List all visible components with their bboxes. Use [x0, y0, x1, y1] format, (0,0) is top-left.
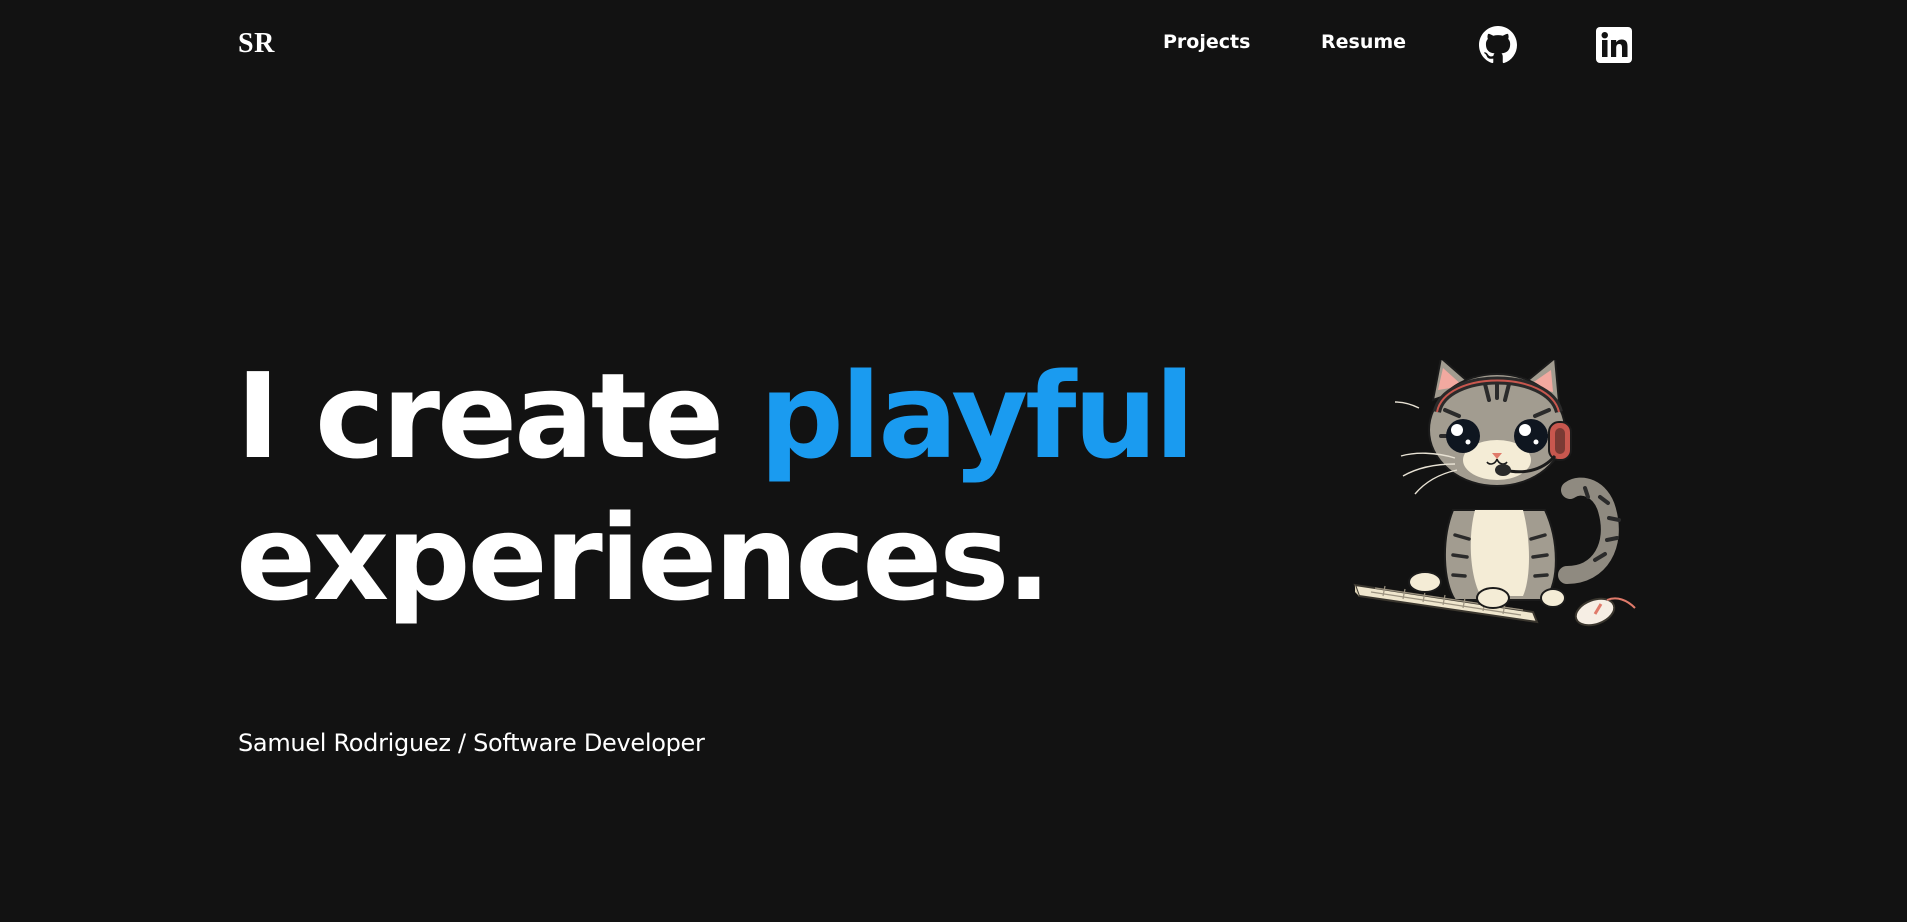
- hero-subtitle: Samuel Rodriguez / Software Developer: [238, 729, 705, 757]
- top-navigation: SR Projects Resume: [0, 0, 1907, 90]
- github-icon: [1479, 26, 1517, 64]
- headline-plain-text: I create: [236, 347, 760, 485]
- headline-accent-text: playful: [759, 347, 1195, 485]
- github-link[interactable]: [1479, 26, 1517, 64]
- linkedin-link[interactable]: [1595, 26, 1633, 64]
- cat-with-headset-image: [1353, 360, 1636, 627]
- linkedin-icon: [1595, 26, 1633, 64]
- nav-link-resume[interactable]: Resume: [1321, 31, 1406, 53]
- hero-headline: I create playful experiences.: [236, 345, 1195, 629]
- cat-illustration: [1345, 360, 1650, 635]
- logo-link[interactable]: SR: [238, 28, 275, 60]
- headline-second-line: experiences.: [236, 489, 1051, 627]
- nav-link-projects[interactable]: Projects: [1163, 31, 1250, 53]
